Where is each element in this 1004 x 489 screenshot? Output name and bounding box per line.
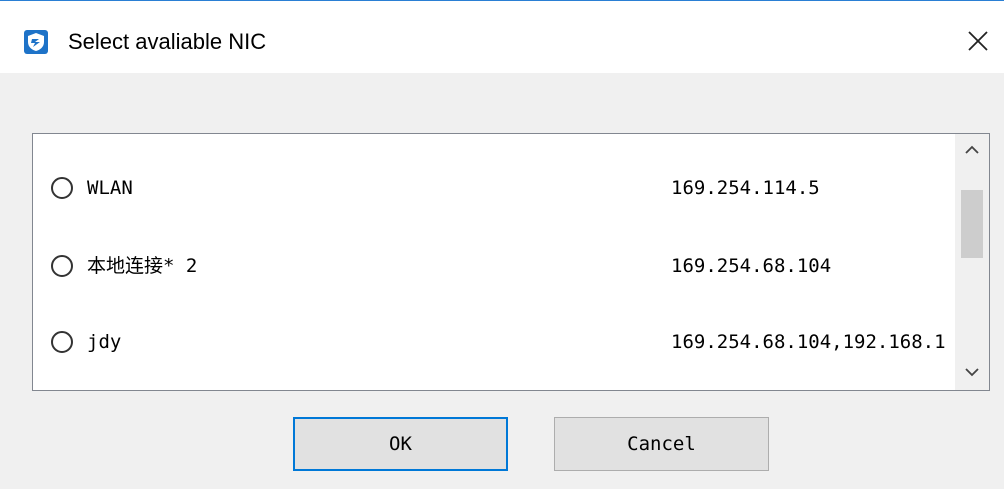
radio-button[interactable] [51, 255, 73, 277]
nic-list[interactable]: WLAN 169.254.114.5 本地连接* 2 169.254.68.10… [32, 133, 990, 391]
ok-button[interactable]: OK [293, 417, 508, 471]
title-bar: Select avaliable NIC [0, 1, 1004, 73]
dialog-window: Select avaliable NIC WLAN 169.254.114.5 … [0, 0, 1004, 489]
scroll-up-button[interactable] [955, 134, 989, 168]
radio-button[interactable] [51, 177, 73, 199]
scroll-down-button[interactable] [955, 356, 989, 390]
window-title: Select avaliable NIC [68, 29, 267, 54]
nic-ip-address: 169.254.114.5 [671, 177, 820, 199]
shield-app-icon [24, 30, 48, 54]
nic-row-jdy[interactable]: jdy 169.254.68.104,192.168.1 [33, 322, 953, 362]
chevron-up-icon [965, 142, 979, 160]
vertical-scrollbar[interactable] [955, 134, 989, 390]
nic-row-wlan[interactable]: WLAN 169.254.114.5 [33, 168, 953, 208]
scroll-thumb[interactable] [961, 190, 983, 258]
chevron-down-icon [965, 364, 979, 382]
nic-row-local-connection[interactable]: 本地连接* 2 169.254.68.104 [33, 246, 953, 286]
radio-button[interactable] [51, 331, 73, 353]
nic-name: WLAN [87, 177, 133, 199]
close-button[interactable] [960, 25, 996, 61]
close-icon [967, 30, 989, 57]
cancel-button[interactable]: Cancel [554, 417, 769, 471]
nic-ip-address: 169.254.68.104,192.168.1 [671, 331, 946, 353]
nic-ip-address: 169.254.68.104 [671, 255, 832, 277]
nic-name: jdy [87, 331, 122, 353]
nic-name: 本地连接* 2 [87, 255, 198, 277]
